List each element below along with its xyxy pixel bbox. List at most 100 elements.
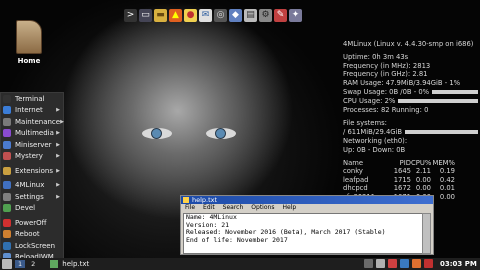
menu-item-label: PowerOff: [15, 218, 47, 227]
menu-item-devel[interactable]: Devel: [1, 203, 63, 215]
flame-icon[interactable]: ▲: [169, 9, 182, 22]
menu-help[interactable]: Help: [282, 204, 296, 211]
leafpad-window[interactable]: help.txt File Edit Search Options Help Name:…: [180, 195, 434, 255]
terminal-icon: [3, 94, 11, 103]
conky-fs-title: File systems:: [343, 119, 387, 128]
paint-icon[interactable]: ●: [184, 9, 197, 22]
process-row: leafpad 1715 0.00 0.42: [343, 176, 480, 185]
menu-item-maintenance[interactable]: Maintenance ▶: [1, 116, 64, 128]
network-icon[interactable]: [364, 259, 373, 268]
submenu-arrow-icon: ▶: [56, 167, 60, 174]
multimedia-icon: [3, 129, 11, 138]
cpu-bar: [398, 98, 478, 103]
menu-item-poweroff[interactable]: PowerOff: [1, 217, 63, 229]
menu-item-label: Mystery: [15, 152, 43, 161]
conky-ram: RAM Usage: 47.9MiB/3.94GiB - 1%: [343, 79, 461, 88]
update-icon[interactable]: [412, 259, 421, 268]
conky-net-title: Networking (eth0):: [343, 136, 408, 145]
settings-icon[interactable]: ⚙: [259, 9, 272, 22]
menu-item-internet[interactable]: Internet ▶: [1, 105, 63, 117]
process-cell: 0.00: [415, 184, 431, 193]
menu-item-settings[interactable]: Settings ▶: [1, 191, 63, 203]
process-cell: Name: [343, 158, 364, 167]
screen-icon[interactable]: ▭: [139, 9, 152, 22]
miniserver-icon: [3, 140, 11, 149]
satellite-icon[interactable]: ✦: [289, 9, 302, 22]
4mlinux-icon: [3, 181, 11, 190]
menu-bar: File Edit Search Options Help: [181, 204, 433, 212]
folder-icon[interactable]: ▬: [154, 9, 167, 22]
mystery-icon: [3, 152, 11, 161]
wallpaper-eye-left: [142, 128, 172, 139]
conky-processes: Processes: 82 Running: 0: [343, 105, 429, 114]
menu-item-extensions[interactable]: Extensions ▶: [1, 165, 63, 177]
menu-item-label: Miniserver: [15, 140, 52, 149]
submenu-arrow-icon: ▶: [60, 118, 64, 125]
process-cell: 1715: [393, 175, 411, 184]
settings-icon: [3, 192, 11, 201]
maintenance-icon: [3, 117, 11, 126]
workspace-2[interactable]: 2: [31, 260, 35, 268]
menu-item-mystery[interactable]: Mystery ▶: [1, 151, 63, 163]
chat-icon[interactable]: ◆: [229, 9, 242, 22]
menu-item-label: Settings: [15, 192, 44, 201]
menu-edit[interactable]: Edit: [203, 204, 215, 211]
menu-item-4mlinux[interactable]: 4MLinux ▶: [1, 180, 63, 192]
menu-item-label: Extensions: [15, 166, 54, 175]
printer-icon[interactable]: ▤: [244, 9, 257, 22]
start-menu: Terminal Internet ▶ Maintenance ▶ Multimedia ▶…: [0, 92, 64, 270]
process-cell: 0.00: [415, 175, 431, 184]
menu-item-label: Terminal: [15, 94, 45, 103]
submenu-arrow-icon: ▶: [56, 141, 60, 148]
menu-item-reboot[interactable]: Reboot: [1, 229, 63, 241]
window-titlebar[interactable]: help.txt: [181, 196, 433, 204]
film-icon[interactable]: ◎: [214, 9, 227, 22]
menu-item-terminal[interactable]: Terminal: [1, 93, 63, 105]
clock: 03:03 PM: [440, 260, 477, 268]
fs-bar: [405, 130, 478, 135]
process-cell: 0.00: [439, 192, 455, 201]
pen-icon[interactable]: ✎: [274, 9, 287, 22]
menu-file[interactable]: File: [185, 204, 195, 211]
vertical-scrollbar[interactable]: [422, 213, 431, 254]
menu-item-label: 4MLinux: [15, 181, 45, 190]
menu-options[interactable]: Options: [251, 204, 274, 211]
menu-item-lockscreen[interactable]: LockScreen: [1, 240, 63, 252]
swap-bar: [432, 89, 478, 94]
alert-icon[interactable]: [388, 259, 397, 268]
conky-freq-mhz: Frequency (in MHz): 2813: [343, 61, 431, 70]
process-cell: 0.42: [439, 175, 455, 184]
process-row: dhcpcd 1672 0.00 0.01: [343, 184, 480, 193]
email-icon[interactable]: ✉: [199, 9, 212, 22]
menu-item-label: Devel: [15, 204, 36, 213]
process-cell: PID: [399, 158, 411, 167]
process-cell: conky: [343, 167, 363, 176]
process-cell: 1672: [393, 184, 411, 193]
text-area[interactable]: Name: 4MLinux Version: 21 Released: Nove…: [183, 213, 423, 254]
reboot-icon: [3, 230, 11, 239]
volume-icon[interactable]: [376, 259, 385, 268]
process-cell: CPU%: [411, 158, 432, 167]
devel-icon: [3, 204, 11, 213]
submenu-arrow-icon: ▶: [56, 193, 60, 200]
lockscreen-icon: [3, 241, 11, 250]
battery-icon[interactable]: [400, 259, 409, 268]
workspace-1[interactable]: 1: [15, 260, 26, 268]
conky-swap: Swap Usage: 0B /0B - 0%: [343, 87, 430, 96]
process-row: conky 1645 2.11 0.19: [343, 167, 480, 176]
linux-logo-icon[interactable]: [2, 259, 12, 269]
taskbar-task-help[interactable]: help.txt: [50, 260, 89, 268]
leafpad-task-icon: [50, 260, 59, 268]
conky-uptime: Uptime: 0h 3m 43s: [343, 52, 409, 61]
menu-item-label: Internet: [15, 106, 43, 115]
home-desktop-icon[interactable]: Home: [10, 20, 48, 65]
terminal-icon[interactable]: >: [124, 9, 137, 22]
extensions-icon: [3, 166, 11, 175]
power-icon[interactable]: [424, 259, 433, 268]
menu-item-multimedia[interactable]: Multimedia ▶: [1, 128, 63, 140]
menu-search[interactable]: Search: [223, 204, 244, 211]
process-table-header: Name PID CPU% MEM%: [343, 159, 480, 168]
wallpaper-eye-right: [206, 128, 236, 139]
conky-freq-ghz: Frequency (in GHz): 2.81: [343, 70, 428, 79]
menu-item-miniserver[interactable]: Miniserver ▶: [1, 139, 63, 151]
